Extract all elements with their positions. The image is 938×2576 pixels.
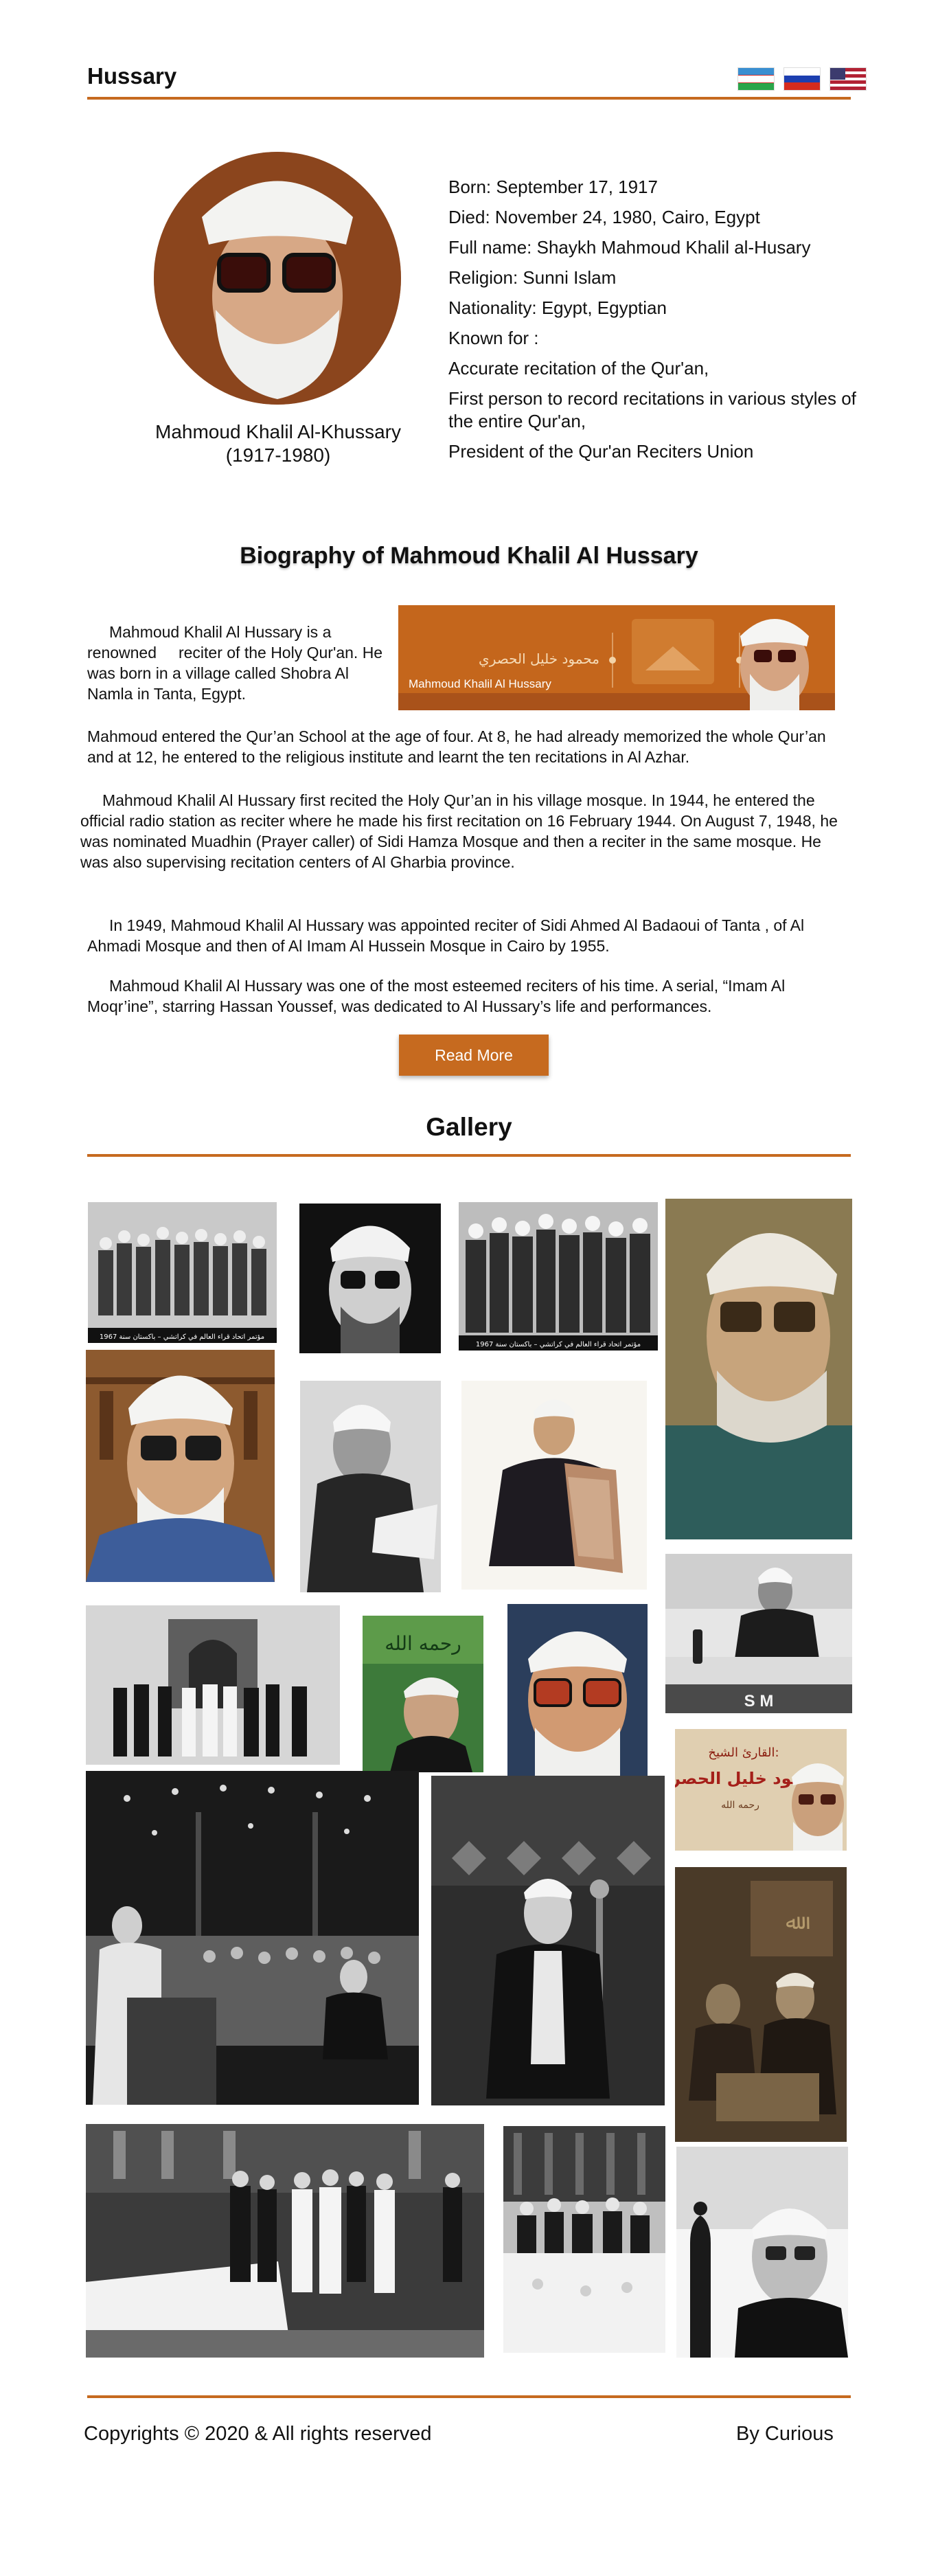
poster-sub: رحمه الله xyxy=(721,1800,759,1811)
language-switcher xyxy=(737,67,867,91)
gallery-photo[interactable]: مؤتمر اتحاد قراء العالم في كراتشي – باكس… xyxy=(88,1202,277,1343)
banner-latin: Mahmoud Khalil Al Hussary xyxy=(409,677,551,690)
biography-banner: محمود خليل الحصري Mahmoud Khalil Al Huss… xyxy=(398,605,835,710)
calligraphy-text: رحمه الله xyxy=(385,1632,461,1655)
copyright-text: Copyrights © 2020 & All rights reserved xyxy=(84,2423,432,2445)
fact-died: Died: November 24, 1980, Cairo, Egypt xyxy=(448,207,760,227)
photo-caption: مؤتمر اتحاد قراء العالم في كراتشي – باكس… xyxy=(476,1341,641,1348)
fact-known-for: Known for : xyxy=(448,328,539,348)
bio-paragraph: Mahmoud Khalil Al Hussary was one of the… xyxy=(87,977,786,1015)
gallery-divider xyxy=(87,1154,851,1157)
gallery-photo[interactable]: مؤتمر اتحاد قراء العالم في كراتشي – باكس… xyxy=(459,1202,658,1351)
gallery-photo[interactable] xyxy=(86,1605,340,1765)
fact-full-name: Full name: Shaykh Mahmoud Khalil al-Husa… xyxy=(448,237,811,258)
gallery-photo[interactable]: رحمه الله xyxy=(363,1616,483,1772)
sign-letters: S M xyxy=(744,1692,774,1710)
author-credit[interactable]: By Curious xyxy=(736,2423,834,2445)
caption-years: (1917-1980) xyxy=(225,444,331,466)
header-divider xyxy=(87,97,851,100)
bio-paragraph: In 1949, Mahmoud Khalil Al Hussary was a… xyxy=(87,916,805,955)
gallery-photo[interactable]: S M xyxy=(665,1554,852,1713)
gallery-photo[interactable]: القارئ الشيخ: محمود خليل الحصري رحمه الل… xyxy=(675,1729,847,1851)
facts-list: Born: September 17, 1917 Died: November … xyxy=(448,172,874,466)
fact-known-item: Accurate recitation of the Qur'an, xyxy=(448,358,709,379)
caption-name: Mahmoud Khalil Al-Khussary xyxy=(155,421,401,442)
fact-known-item: President of the Qur'an Reciters Union xyxy=(448,441,754,462)
gallery-photo[interactable] xyxy=(461,1381,647,1590)
fact-known-item: First person to record recitations in va… xyxy=(448,388,856,431)
bio-paragraph: Mahmoud Khalil Al Hussary is a renowned … xyxy=(87,623,383,703)
gallery-title: Gallery xyxy=(426,1113,512,1141)
read-more-button[interactable]: Read More xyxy=(399,1035,549,1076)
bio-paragraph: Mahmoud Khalil Al Hussary first recited … xyxy=(80,791,838,871)
gallery-photo[interactable] xyxy=(86,2124,484,2358)
russia-flag-icon[interactable] xyxy=(783,67,821,91)
gallery-photo[interactable] xyxy=(300,1381,441,1592)
gallery-photo[interactable]: ﷲ xyxy=(675,1867,847,2142)
gallery-photo[interactable] xyxy=(299,1204,441,1353)
poster-title: القارئ الشيخ: xyxy=(708,1745,779,1760)
gallery-photo[interactable] xyxy=(507,1604,648,1777)
fact-nationality: Nationality: Egypt, Egyptian xyxy=(448,297,667,318)
bio-paragraph: Mahmoud entered the Qur’an School at the… xyxy=(87,727,826,766)
united-states-flag-icon[interactable] xyxy=(830,67,867,91)
gallery-photo[interactable] xyxy=(86,1350,275,1582)
biography-title: Biography of Mahmoud Khalil Al Hussary xyxy=(240,543,698,569)
footer-divider xyxy=(87,2395,851,2398)
gallery-photo[interactable] xyxy=(665,1199,852,1539)
photo-caption: مؤتمر اتحاد قراء العالم في كراتشي – باكس… xyxy=(100,1333,264,1341)
fact-religion: Religion: Sunni Islam xyxy=(448,267,617,288)
gallery-photo[interactable] xyxy=(503,2126,665,2353)
portrait-caption: Mahmoud Khalil Al-Khussary (1917-1980) xyxy=(124,420,433,467)
uzbekistan-flag-icon[interactable] xyxy=(737,67,775,91)
gallery-photo[interactable] xyxy=(676,2147,848,2358)
banner-arabic: محمود خليل الحصري xyxy=(479,651,599,668)
fact-born: Born: September 17, 1917 xyxy=(448,177,658,197)
portrait-photo xyxy=(154,152,401,405)
gallery-photo[interactable] xyxy=(86,1771,419,2105)
gallery-photo[interactable] xyxy=(431,1776,665,2105)
site-title[interactable]: Hussary xyxy=(87,63,176,89)
